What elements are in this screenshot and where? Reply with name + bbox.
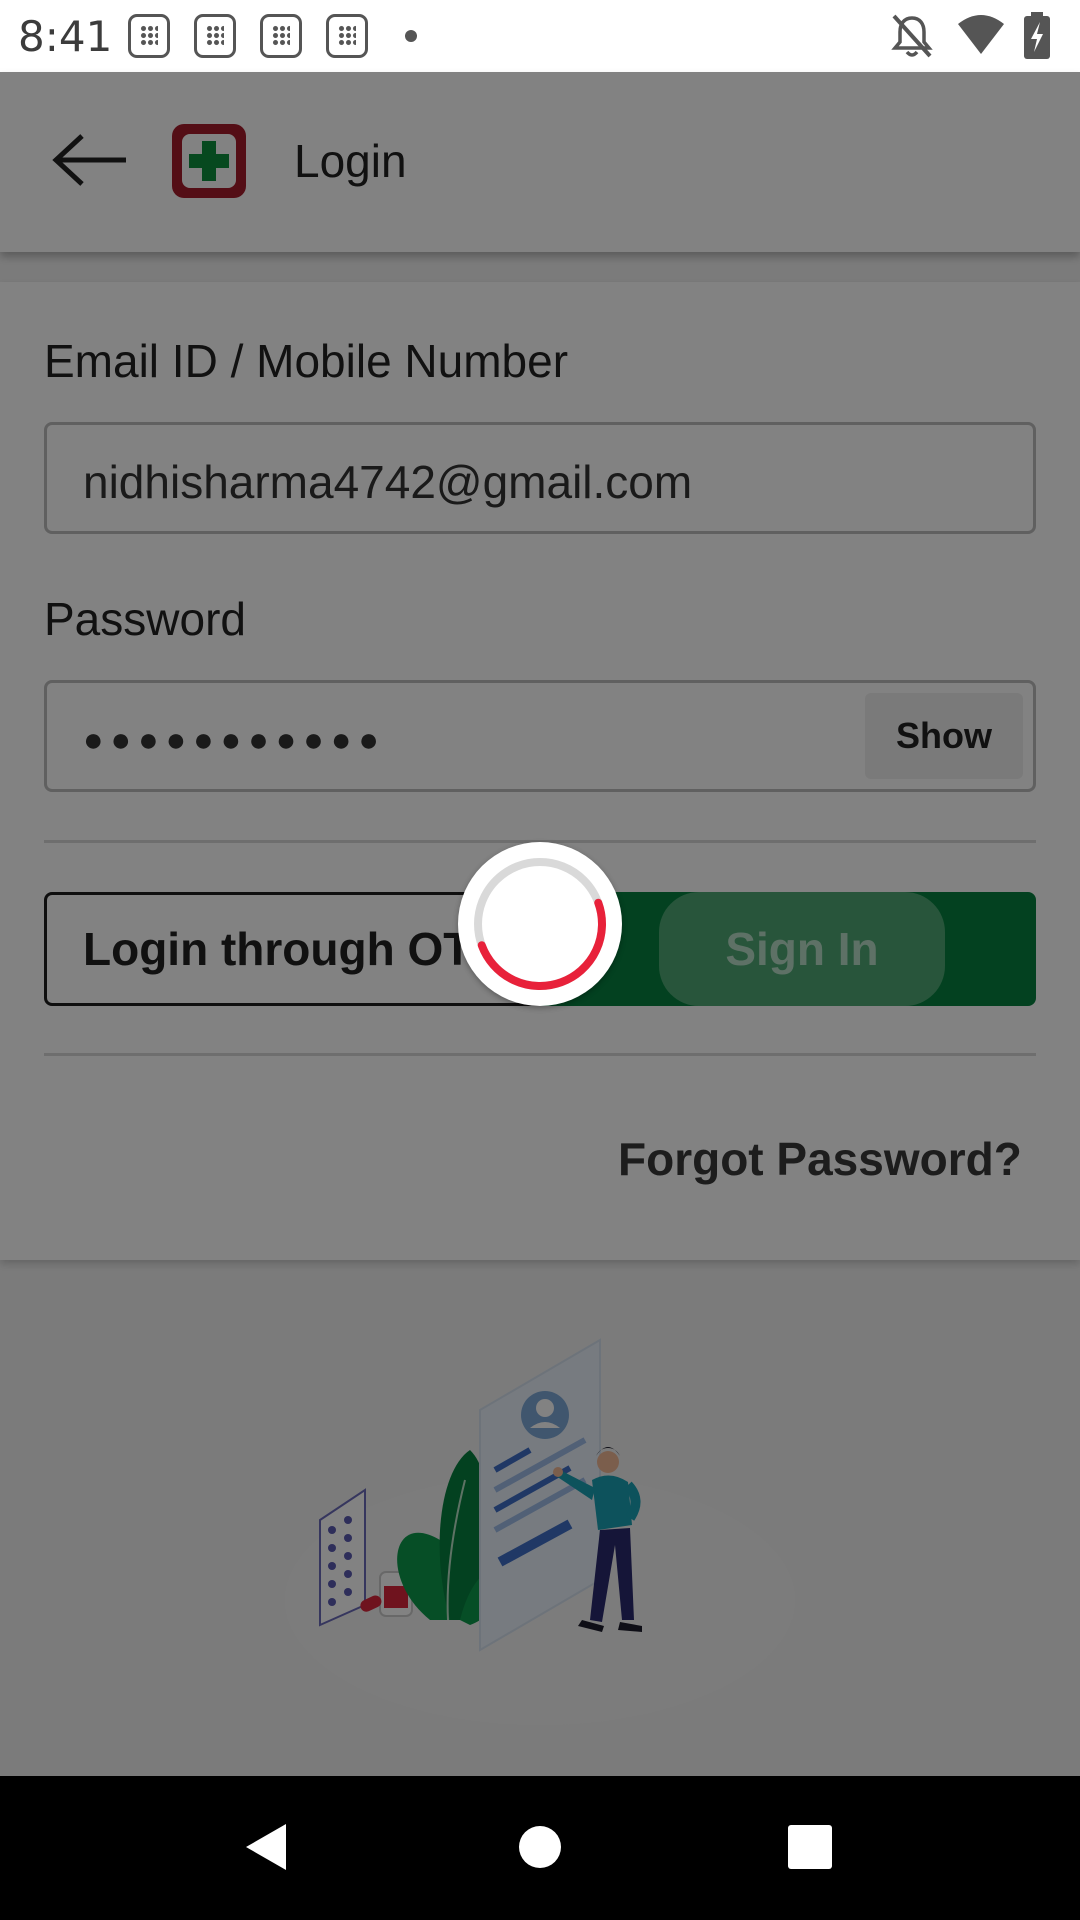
- home-circle-icon[interactable]: [518, 1822, 562, 1872]
- notification-icon: [326, 14, 368, 58]
- notification-icon: [194, 14, 236, 58]
- notification-icon: [128, 14, 170, 58]
- back-triangle-icon[interactable]: [244, 1822, 288, 1872]
- recents-square-icon[interactable]: [786, 1822, 834, 1872]
- battery-charging-icon: [1024, 12, 1050, 59]
- system-nav-bar: [0, 1776, 1080, 1920]
- status-time: 8:41: [18, 12, 113, 61]
- notification-icon: [260, 14, 302, 58]
- bell-off-icon: [891, 14, 933, 58]
- spinner-icon: [474, 858, 606, 990]
- dot-icon: [405, 30, 417, 42]
- status-bar: 8:41: [0, 0, 1080, 72]
- loading-spinner: [458, 842, 622, 1006]
- wifi-icon: [958, 15, 1004, 54]
